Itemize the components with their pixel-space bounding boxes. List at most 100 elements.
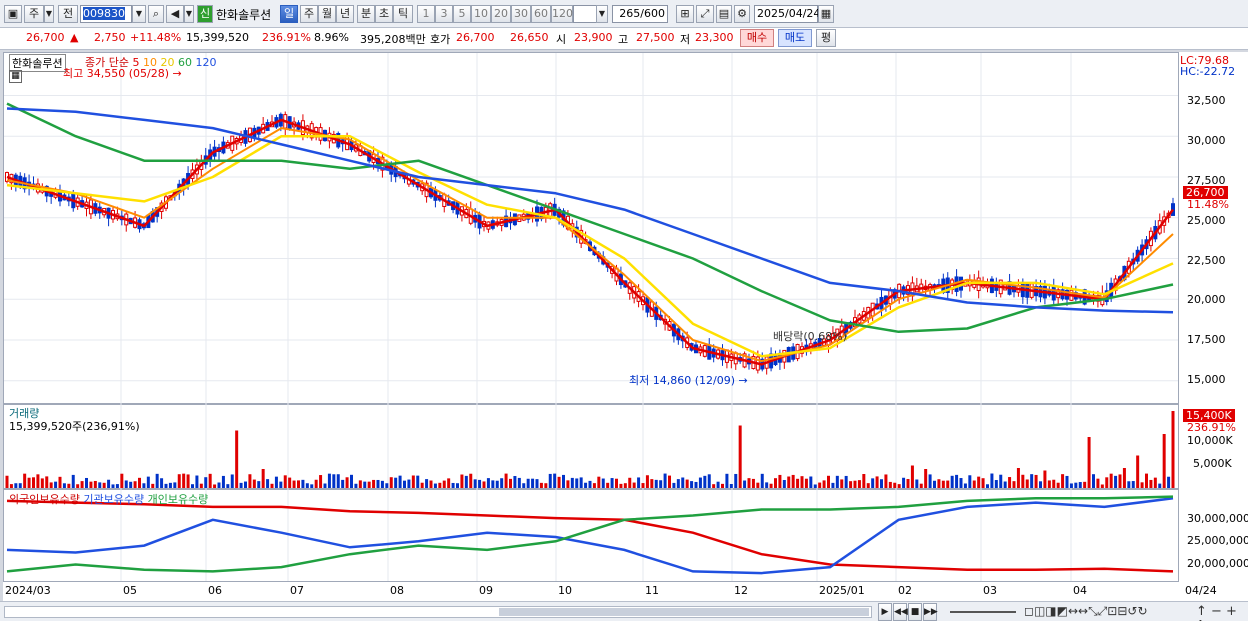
foreign-label: 외국인보유수량	[9, 493, 80, 506]
volume-bar	[698, 477, 702, 488]
volume-bar	[195, 475, 199, 488]
zoom-controls[interactable]: ↑ − + A	[1196, 604, 1248, 621]
buy-button[interactable]: 매수	[740, 29, 774, 47]
moving-average-lines	[6, 102, 1174, 366]
volume-bar	[40, 478, 44, 488]
stop-icon[interactable]: ■	[908, 603, 922, 621]
scroll-thumb[interactable]	[499, 608, 869, 616]
volume-bar	[831, 482, 835, 488]
low-note: 최저 14,860 (12/09) →	[629, 374, 748, 387]
holdings-line-institution	[6, 497, 1174, 575]
volume-bar	[853, 480, 857, 488]
period-day[interactable]: 일	[280, 5, 298, 23]
interval-20[interactable]: 20	[491, 5, 511, 23]
interval-5[interactable]: 5	[453, 5, 471, 23]
dividend-note: 배당락(0.68%)	[773, 330, 847, 343]
chart-tool-icon[interactable]: ⊞	[676, 5, 694, 23]
volume-bar	[526, 478, 530, 488]
chevron-down-icon[interactable]: ▼	[184, 5, 194, 23]
volume-bar	[274, 476, 278, 488]
volume: 15,399,520	[186, 31, 249, 44]
expand-icon[interactable]: ⤢	[696, 5, 714, 23]
volume-bar	[350, 474, 353, 488]
volume-bar	[1043, 470, 1047, 488]
period-minute[interactable]: 분	[357, 5, 375, 23]
volume-bar	[438, 482, 442, 488]
tool-icons[interactable]: ◻◫◨◩↔↔⤡⤢⊡⊟↺↻	[1024, 604, 1148, 619]
forward-icon[interactable]: ▶▶	[923, 603, 938, 621]
period-second[interactable]: 초	[375, 5, 393, 23]
interval-3[interactable]: 3	[435, 5, 453, 23]
window-icon[interactable]: ▣	[4, 5, 22, 23]
volume-bar	[557, 476, 561, 488]
x-label: 11	[645, 584, 659, 597]
volume-bar	[765, 482, 769, 488]
volume-bar	[36, 474, 40, 488]
interval-120[interactable]: 120	[551, 5, 573, 23]
interval-1[interactable]: 1	[417, 5, 435, 23]
period-tick[interactable]: 틱	[393, 5, 413, 23]
holdings-tick: 20,000,000	[1187, 557, 1248, 570]
volume-bar	[204, 477, 208, 488]
interval-10[interactable]: 10	[471, 5, 491, 23]
period-year[interactable]: 년	[336, 5, 354, 23]
volume-bar	[403, 480, 406, 488]
table-icon[interactable]: ▦	[9, 70, 22, 83]
volume-bar	[27, 477, 31, 488]
period-week[interactable]: 주	[300, 5, 318, 23]
x-label: 10	[558, 584, 572, 597]
volume-bar	[751, 478, 755, 488]
stock-chart-svg[interactable]	[3, 52, 1248, 601]
price-tick: 30,000	[1187, 134, 1226, 147]
interval-60[interactable]: 60	[531, 5, 551, 23]
volume-bar	[791, 474, 795, 488]
x-label: 2024/03	[5, 584, 51, 597]
volume-bar	[124, 480, 128, 488]
chevron-down-icon[interactable]: ▼	[596, 5, 608, 23]
volume-bar	[915, 479, 919, 488]
date-input[interactable]: 2025/04/24	[754, 5, 820, 23]
code-input[interactable]: 009830	[80, 5, 132, 23]
sell-button[interactable]: 매도	[778, 29, 812, 47]
search-icon[interactable]: ⌕	[148, 5, 164, 23]
type-select[interactable]: 주	[24, 5, 44, 23]
zoom-slider[interactable]	[950, 611, 1016, 613]
volume-bar	[456, 483, 459, 488]
eval-button[interactable]: 평	[816, 29, 836, 47]
volume-bar	[681, 477, 685, 488]
volume-bar	[89, 481, 93, 488]
x-label: 08	[390, 584, 404, 597]
volume-bar	[570, 477, 574, 488]
volume-bar	[372, 479, 376, 488]
price-tick: 25,000	[1187, 214, 1226, 227]
volume-bar	[544, 483, 548, 488]
institution-label: 기관보유수량	[83, 493, 145, 506]
chart-area[interactable]: 한화솔루션 종가 단순 5 10 20 60 120 ▦ LC:79.68 HC…	[3, 52, 1248, 621]
calendar-icon[interactable]: ▦	[818, 5, 834, 23]
speaker-icon[interactable]: ◀	[166, 5, 184, 23]
volume-bar	[425, 479, 429, 488]
current-price: 26,700	[26, 31, 65, 44]
volume-bar	[1136, 455, 1140, 488]
volume-bar	[442, 480, 446, 488]
volume-bar	[818, 482, 822, 488]
volume-bar	[1158, 483, 1162, 488]
scrollbar[interactable]	[4, 606, 872, 618]
prefix-button[interactable]: 전	[58, 5, 78, 23]
count-input[interactable]: 265/600	[612, 5, 668, 23]
volume-bar	[85, 477, 88, 488]
rewind-icon[interactable]: ◀◀	[893, 603, 908, 621]
interval-30[interactable]: 30	[511, 5, 531, 23]
save-icon[interactable]: ▤	[716, 5, 732, 23]
chevron-down-icon[interactable]: ▼	[132, 5, 146, 23]
volume-bar	[297, 480, 300, 488]
stock-name[interactable]: 한화솔루션	[216, 6, 271, 23]
volume-bar	[1025, 479, 1029, 488]
play-icon[interactable]: ▶	[878, 603, 892, 621]
gear-icon[interactable]: ⚙	[734, 5, 750, 23]
volume-bar	[45, 476, 49, 488]
chevron-down-icon[interactable]: ▼	[44, 5, 54, 23]
volume-tick: 5,000K	[1193, 457, 1232, 470]
volume-bar	[1140, 482, 1144, 488]
period-month[interactable]: 월	[318, 5, 336, 23]
